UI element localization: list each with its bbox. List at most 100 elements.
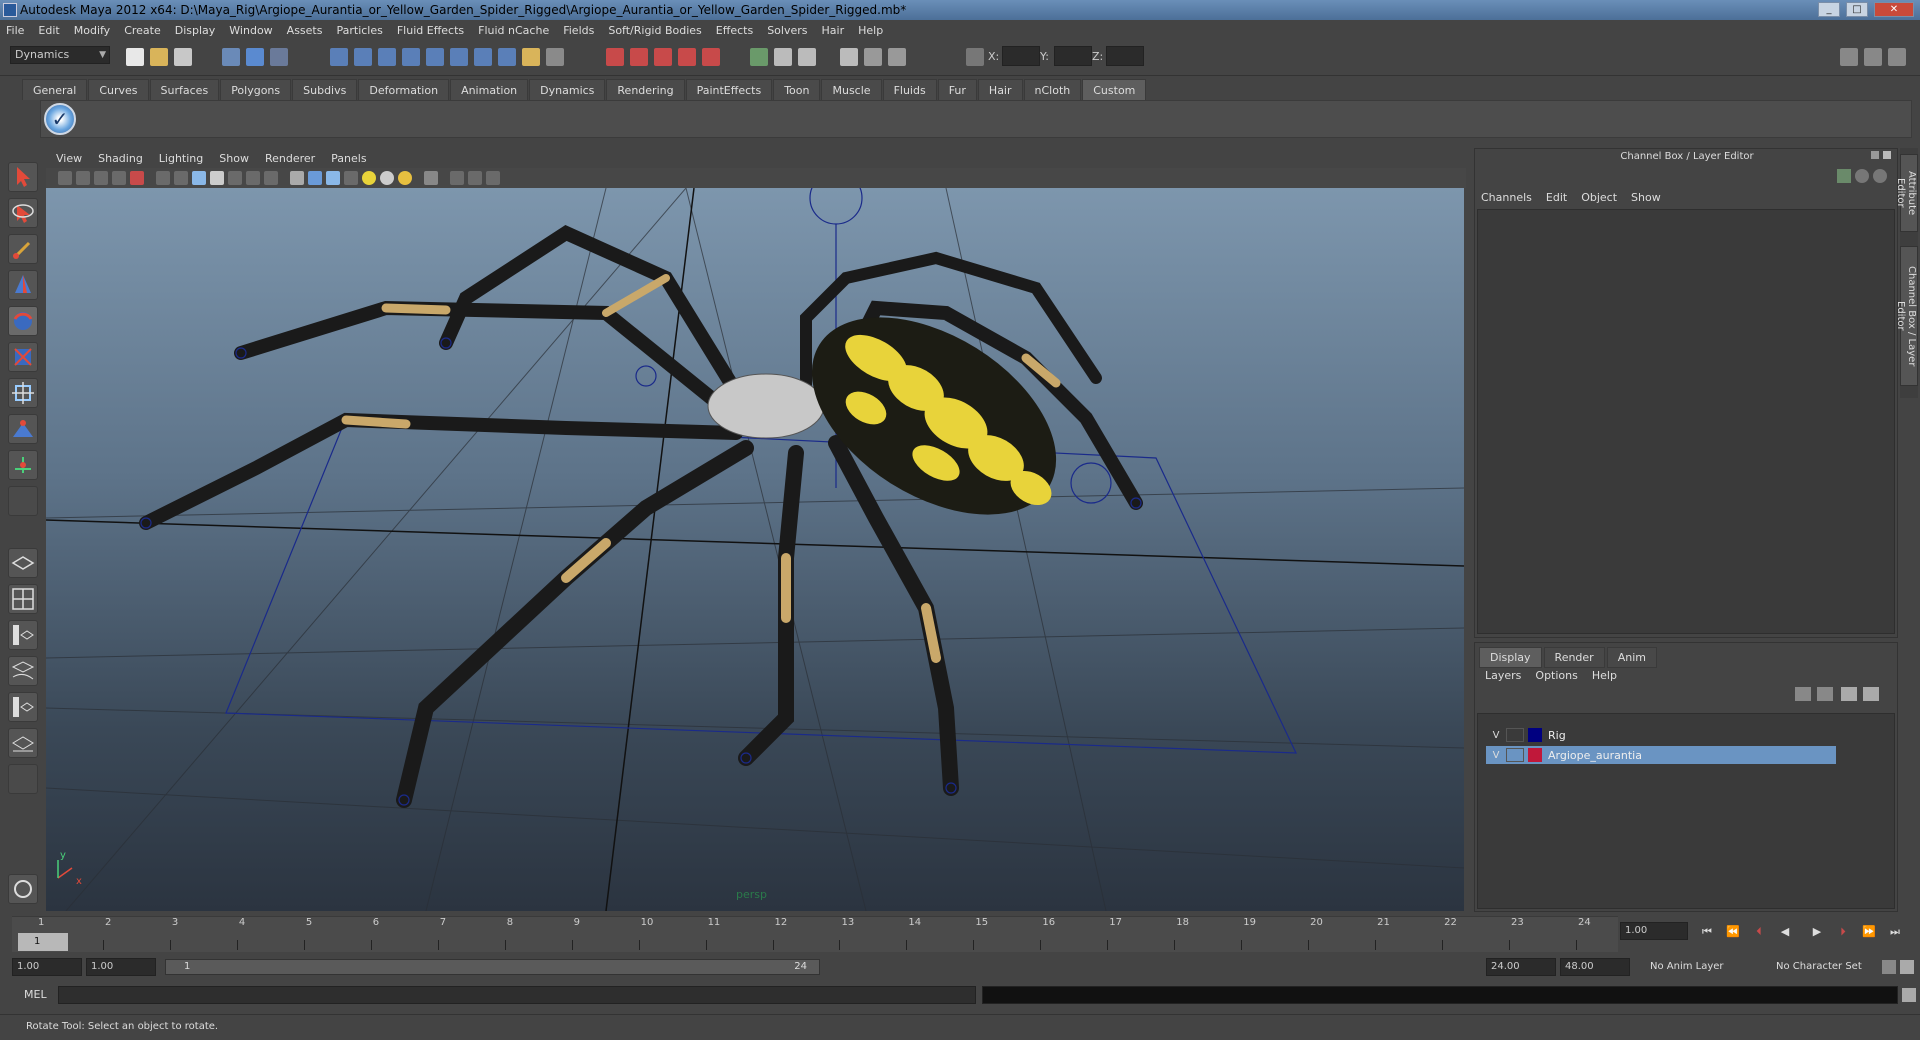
grid-toggle-icon[interactable] [156,171,170,185]
cb-menu-object[interactable]: Object [1581,191,1617,204]
layout-hypershade-persp-icon[interactable] [8,692,38,722]
menu-effects[interactable]: Effects [716,24,753,37]
wireframe-on-shaded-icon[interactable] [326,171,340,185]
script-editor-icon[interactable] [8,874,38,904]
absolute-transform-icon[interactable] [966,48,984,66]
smooth-shade-icon[interactable] [308,171,322,185]
snap-plane-icon[interactable] [402,48,420,66]
shelf-tab-subdivs[interactable]: Subdivs [292,79,358,100]
tool-settings-icon[interactable] [888,48,906,66]
layer-down-icon[interactable] [1817,687,1833,701]
time-slider[interactable]: 1 2 3 4 5 6 7 8 9 10 11 12 13 14 15 16 17 18 19 20 21 22 23 24 … [12,916,1618,952]
camera-attributes-icon[interactable] [76,171,90,185]
step-back-key-icon[interactable]: ⏪ [1724,924,1742,940]
command-language-label[interactable]: MEL [24,988,47,1001]
step-forward-frame-icon[interactable]: ⏵ [1834,924,1852,940]
image-plane-icon[interactable] [112,171,126,185]
select-tool-icon[interactable] [8,162,38,192]
layer-tab-anim[interactable]: Anim [1606,647,1657,668]
layer-row-rig[interactable]: V Rig [1486,726,1836,744]
tool-settings-toggle-icon[interactable] [1864,48,1882,66]
animation-start-field[interactable]: 1.00 [12,958,82,976]
close-button[interactable]: ✕ [1874,2,1914,17]
menu-file[interactable]: File [6,24,24,37]
le-menu-help[interactable]: Help [1592,669,1617,682]
shelf-tab-toon[interactable]: Toon [773,79,821,100]
maximize-button[interactable]: □ [1846,2,1868,17]
universal-manipulator-icon[interactable] [8,378,38,408]
rename-icon[interactable] [798,48,816,66]
menu-window[interactable]: Window [229,24,272,37]
safe-title-icon[interactable] [264,171,278,185]
use-all-lights-icon[interactable] [362,171,376,185]
y-field[interactable] [1054,46,1092,66]
float-panel-icon[interactable] [1883,151,1891,159]
layer-color-swatch[interactable] [1528,728,1542,742]
shelf-tab-custom[interactable]: Custom [1082,79,1147,100]
layer-up-icon[interactable] [1795,687,1811,701]
range-bar[interactable]: 1 24 [165,959,820,975]
wireframe-icon[interactable] [290,171,304,185]
soft-modification-icon[interactable] [8,414,38,444]
xray-joints-icon[interactable] [468,171,482,185]
rotate-tool-icon[interactable] [8,306,38,336]
layout-single-pane-icon[interactable] [8,548,38,578]
auto-key-icon[interactable] [1882,960,1896,974]
bookmarks-icon[interactable] [94,171,108,185]
panel-menu-renderer[interactable]: Renderer [265,152,315,165]
go-to-start-icon[interactable]: ⏮ [1698,924,1716,940]
menu-solvers[interactable]: Solvers [767,24,807,37]
channel-speed-icon[interactable] [1855,169,1869,183]
channel-list[interactable] [1477,209,1895,634]
channel-box-layer-editor-tab[interactable]: Channel Box / Layer Editor [1895,246,1918,386]
play-forwards-icon[interactable]: ▶ [1808,924,1826,940]
numeric-input-icon[interactable] [774,48,792,66]
snap-grid-icon[interactable] [330,48,348,66]
paint-select-tool-icon[interactable] [8,234,38,264]
new-scene-icon[interactable] [126,48,144,66]
menu-display[interactable]: Display [175,24,216,37]
shelf-tab-ncloth[interactable]: nCloth [1023,79,1082,100]
select-hierarchy-icon[interactable] [222,48,240,66]
playback-end-field[interactable]: 24.00 [1486,958,1556,976]
shelf-tab-dynamics[interactable]: Dynamics [529,79,606,100]
menu-fields[interactable]: Fields [563,24,594,37]
snap-surface-icon[interactable] [426,48,444,66]
render-view-icon[interactable] [702,48,720,66]
lasso-tool-icon[interactable] [8,198,38,228]
shelf-tab-general[interactable]: General [22,79,88,100]
le-menu-options[interactable]: Options [1535,669,1577,682]
anim-layer-dropdown[interactable]: No Anim Layer [1650,961,1724,972]
sidebar-toggle-icon[interactable] [840,48,858,66]
dock-panel-icon[interactable] [1871,151,1879,159]
xray-icon[interactable] [450,171,464,185]
layout-options-icon[interactable] [8,764,38,794]
attribute-editor-toggle-icon[interactable] [1840,48,1858,66]
layer-color-swatch[interactable] [1528,748,1542,762]
gate-mask-icon[interactable] [210,171,224,185]
show-manipulator-icon[interactable] [8,450,38,480]
step-back-frame-icon[interactable]: ⏴ [1750,924,1768,940]
channel-mode-icon[interactable] [1873,169,1887,183]
field-chart-icon[interactable] [228,171,242,185]
film-gate-icon[interactable] [174,171,188,185]
menu-hair[interactable]: Hair [822,24,845,37]
shelf-tab-fluids[interactable]: Fluids [882,79,937,100]
cb-menu-channels[interactable]: Channels [1481,191,1532,204]
menu-create[interactable]: Create [124,24,161,37]
render-current-icon[interactable] [606,48,624,66]
playback-start-field[interactable]: 1.00 [86,958,156,976]
shelf-tab-polygons[interactable]: Polygons [220,79,292,100]
safe-action-icon[interactable] [246,171,260,185]
new-layer-icon[interactable] [1841,687,1857,701]
hypershade-icon[interactable] [678,48,696,66]
minimize-button[interactable]: _ [1818,2,1840,17]
construction-history-icon[interactable] [546,48,564,66]
layer-playback-toggle[interactable] [1506,748,1524,762]
layer-visibility-toggle[interactable]: V [1486,730,1506,741]
layout-four-pane-icon[interactable] [8,584,38,614]
menu-fluid-effects[interactable]: Fluid Effects [397,24,464,37]
scale-tool-icon[interactable] [8,342,38,372]
snap-live-icon[interactable] [450,48,468,66]
input-ops-icon[interactable] [750,48,768,66]
